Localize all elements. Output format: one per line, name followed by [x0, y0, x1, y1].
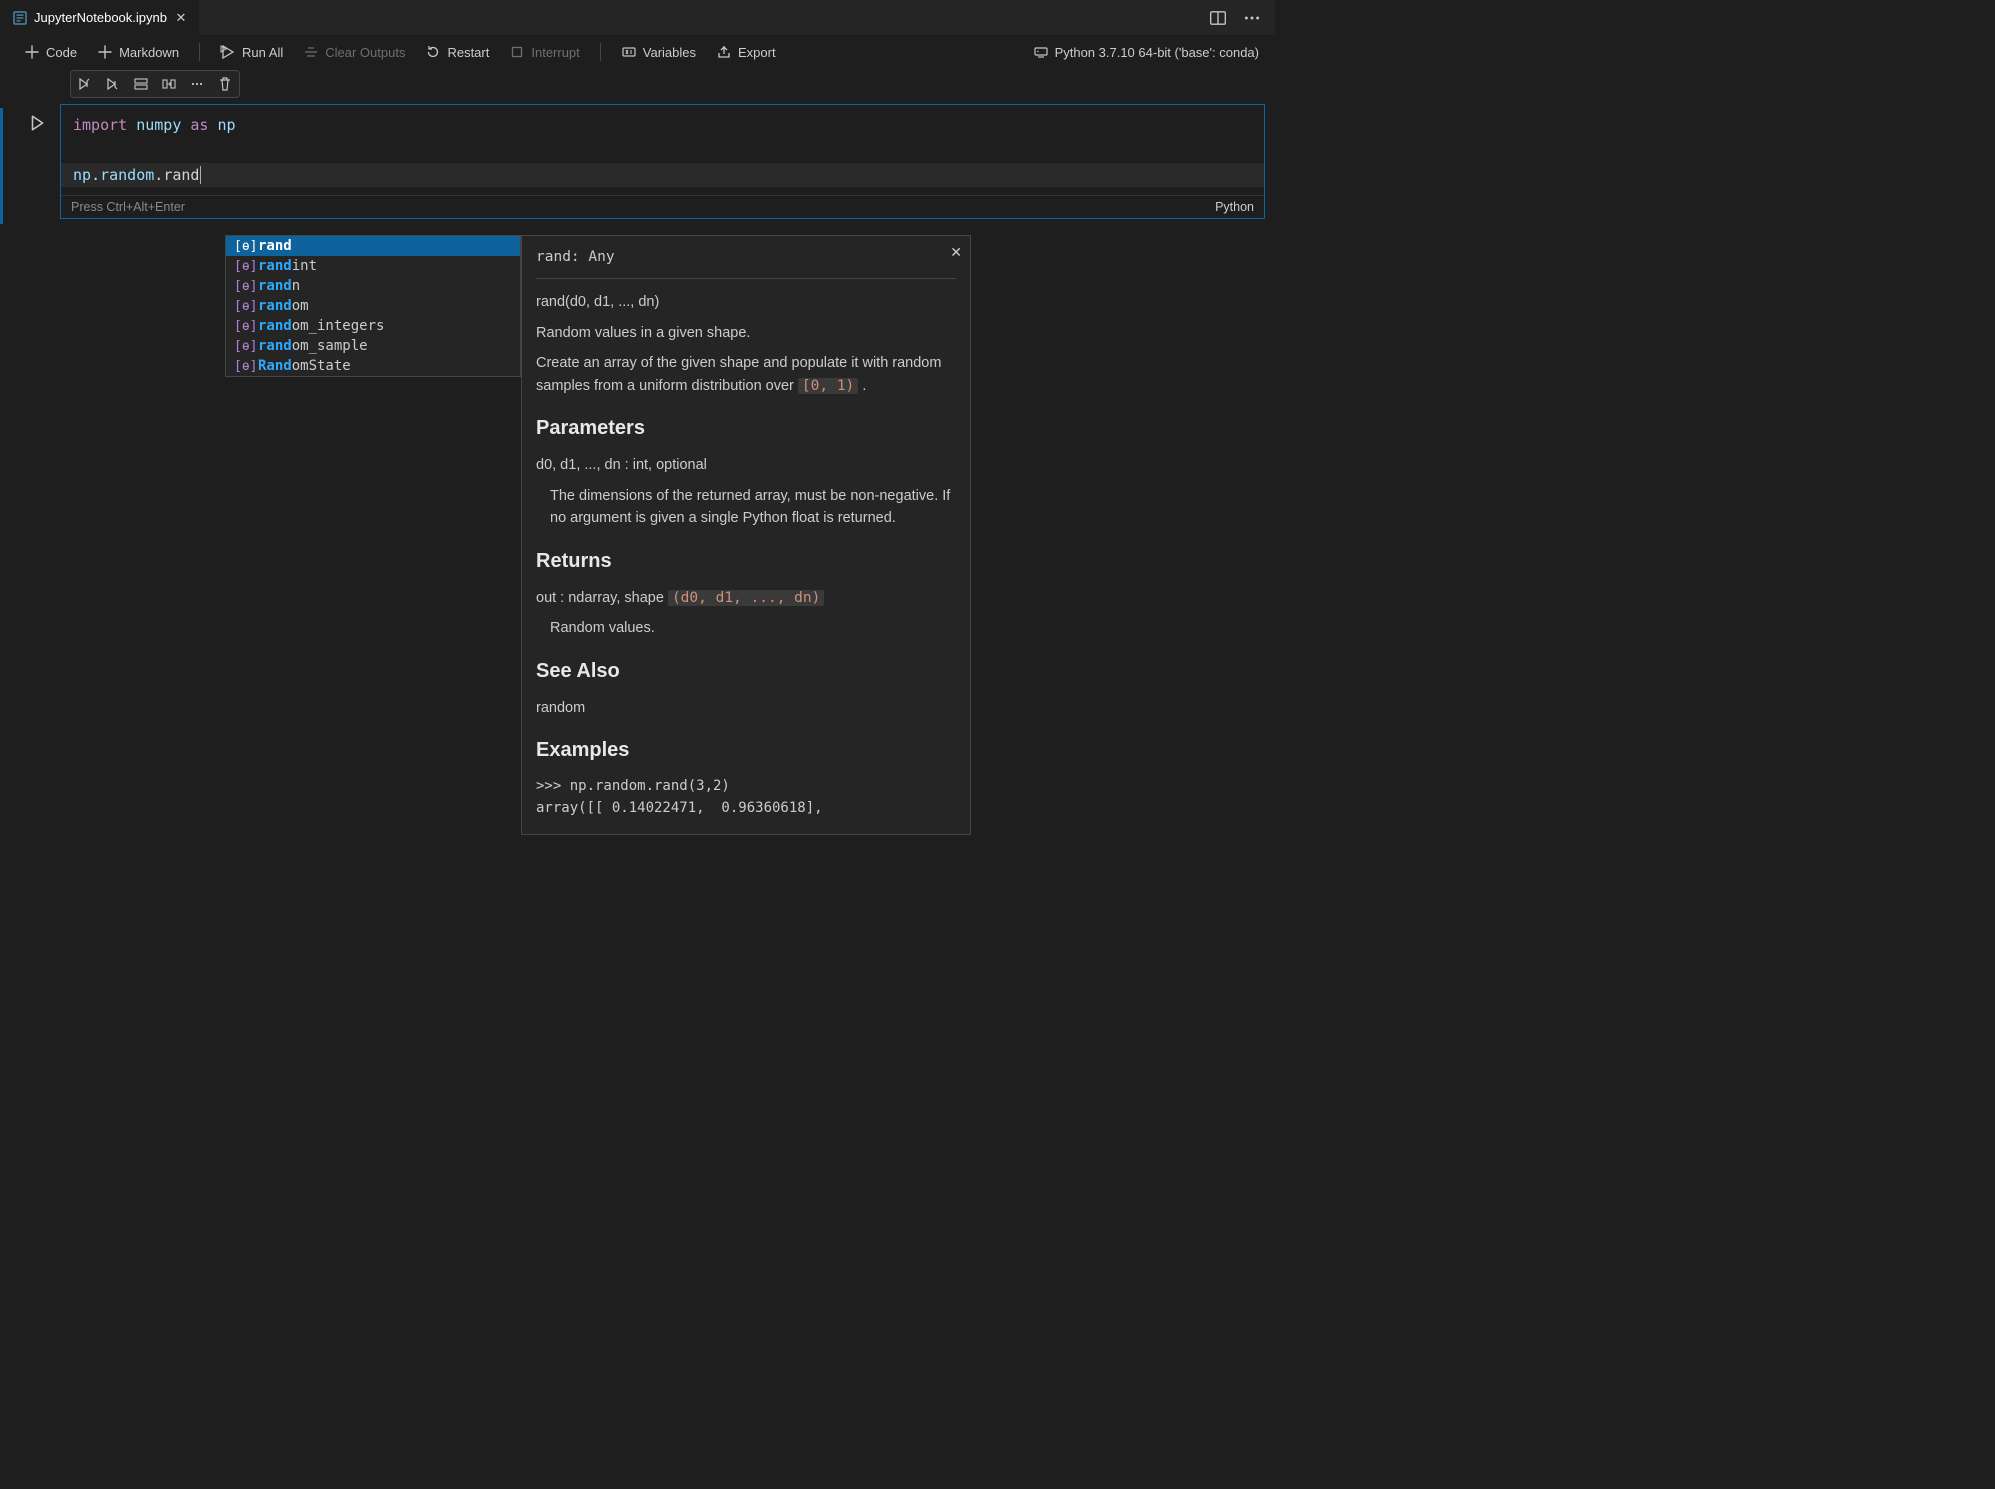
method-icon: [ɵ]	[234, 319, 250, 334]
restart-kernel-button[interactable]: Restart	[417, 40, 497, 64]
cell-toolbar	[70, 70, 240, 98]
run-cell-gutter[interactable]	[14, 70, 60, 132]
cell-hint: Press Ctrl+Alt+Enter	[71, 200, 185, 214]
method-icon: [ɵ]	[234, 279, 250, 294]
notebook-file-icon	[12, 10, 28, 26]
doc-description: Create an array of the given shape and p…	[536, 352, 956, 397]
doc-heading-examples: Examples	[536, 735, 956, 766]
autocomplete-item[interactable]: [ɵ] randint	[226, 256, 520, 276]
autocomplete-item[interactable]: [ɵ] rand	[226, 236, 520, 256]
autocomplete-item[interactable]: [ɵ] random_sample	[226, 336, 520, 356]
notebook-body: import numpy as np np.random.rand Press …	[0, 70, 1275, 219]
editor-tab-bar: JupyterNotebook.ipynb ✕	[0, 0, 1275, 35]
variables-button[interactable]: Variables	[613, 40, 704, 64]
doc-heading-returns: Returns	[536, 546, 956, 577]
doc-heading-parameters: Parameters	[536, 413, 956, 444]
split-editor-icon[interactable]	[1209, 9, 1227, 27]
close-doc-icon[interactable]: ✕	[950, 242, 962, 264]
method-icon: [ɵ]	[234, 339, 250, 354]
autocomplete-popup: [ɵ] rand [ɵ] randint [ɵ] randn [ɵ] rando…	[225, 235, 521, 377]
toolbar-separator	[600, 43, 601, 61]
autocomplete-item[interactable]: [ɵ] random_integers	[226, 316, 520, 336]
cell-language-label[interactable]: Python	[1215, 200, 1254, 214]
doc-signature: rand: Any	[536, 246, 956, 278]
split-cell-icon[interactable]	[133, 76, 149, 92]
run-above-icon[interactable]	[77, 76, 93, 92]
export-button[interactable]: Export	[708, 40, 784, 64]
method-icon: [ɵ]	[234, 299, 250, 314]
editor-tab[interactable]: JupyterNotebook.ipynb ✕	[0, 0, 200, 35]
method-icon: [ɵ]	[234, 359, 250, 374]
run-all-button[interactable]: Run All	[212, 40, 291, 64]
cell-editor[interactable]: import numpy as np np.random.rand Press …	[60, 104, 1265, 219]
method-icon: [ɵ]	[234, 259, 250, 274]
more-actions-icon[interactable]	[1243, 9, 1261, 27]
documentation-popup: ✕ rand: Any rand(d0, d1, ..., dn) Random…	[521, 235, 971, 835]
kernel-picker[interactable]: Python 3.7.10 64-bit ('base': conda)	[1033, 44, 1259, 60]
editor-tab-label: JupyterNotebook.ipynb	[34, 10, 167, 25]
notebook-toolbar: Code Markdown Run All Clear Outputs Rest…	[0, 35, 1275, 70]
code-cell: import numpy as np np.random.rand Press …	[14, 70, 1275, 219]
add-markdown-cell-button[interactable]: Markdown	[89, 40, 187, 64]
run-below-icon[interactable]	[105, 76, 121, 92]
cell-status-bar: Press Ctrl+Alt+Enter Python	[61, 195, 1264, 218]
doc-summary: Random values in a given shape.	[536, 322, 956, 344]
autocomplete-item[interactable]: [ɵ] RandomState	[226, 356, 520, 376]
close-tab-icon[interactable]: ✕	[173, 10, 189, 26]
clear-outputs-button[interactable]: Clear Outputs	[295, 40, 413, 64]
interrupt-kernel-button[interactable]: Interrupt	[501, 40, 587, 64]
text-caret	[200, 166, 201, 184]
autocomplete-item[interactable]: [ɵ] randn	[226, 276, 520, 296]
doc-call: rand(d0, d1, ..., dn)	[536, 291, 956, 313]
doc-heading-seealso: See Also	[536, 656, 956, 687]
delete-cell-icon[interactable]	[217, 76, 233, 92]
change-cell-type-icon[interactable]	[161, 76, 177, 92]
add-code-cell-button[interactable]: Code	[16, 40, 85, 64]
method-icon: [ɵ]	[234, 239, 250, 254]
toolbar-separator	[199, 43, 200, 61]
kernel-label: Python 3.7.10 64-bit ('base': conda)	[1055, 45, 1259, 60]
cell-more-icon[interactable]	[189, 76, 205, 92]
code-text[interactable]: import numpy as np np.random.rand	[61, 105, 1264, 195]
cell-focus-indicator	[0, 108, 3, 224]
autocomplete-item[interactable]: [ɵ] random	[226, 296, 520, 316]
